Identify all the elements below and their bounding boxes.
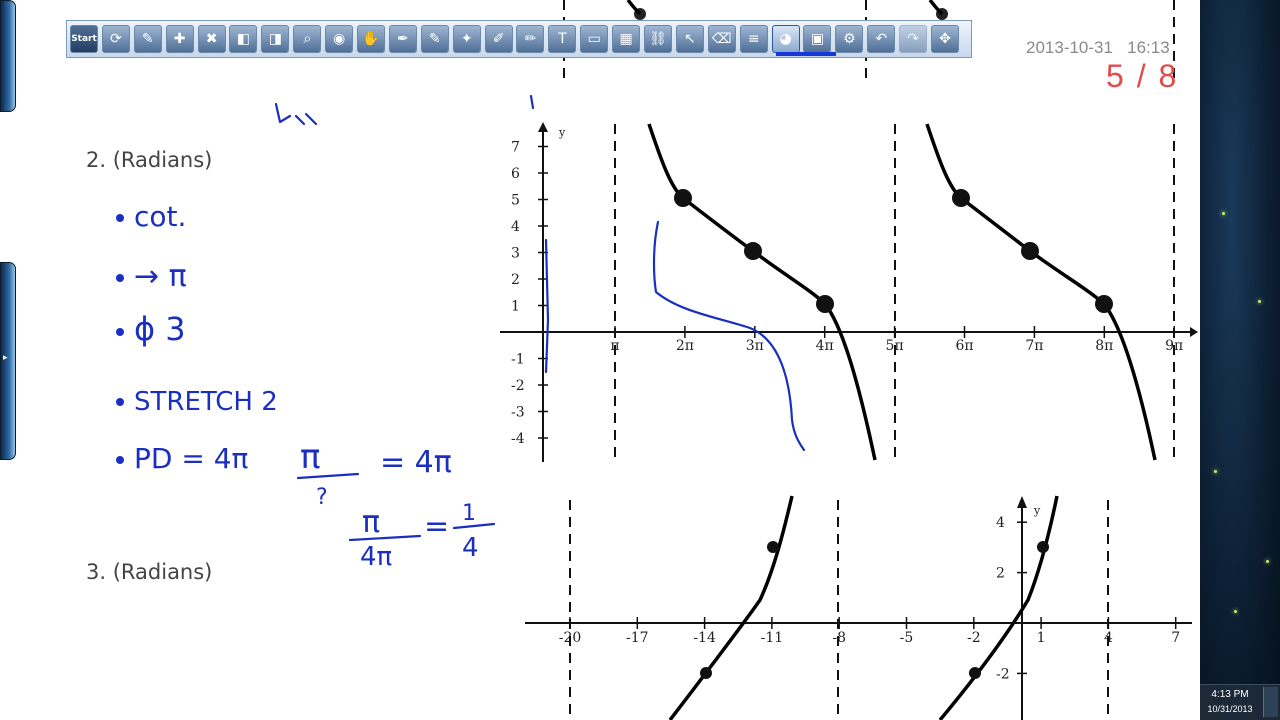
line-width-icon[interactable]: ≡	[739, 25, 768, 53]
active-pen-indicator	[776, 52, 836, 56]
fraction-numerator: π	[300, 437, 320, 477]
handwritten-note: STRETCH 2	[134, 387, 278, 417]
new-page-icon[interactable]: ✎	[133, 25, 162, 53]
fraction-3-numerator: 1	[462, 501, 476, 526]
ruler-icon[interactable]: ▭	[580, 25, 609, 53]
clock-date[interactable]: 10/31/2013	[1200, 704, 1260, 714]
color-palette-icon[interactable]: ◕	[771, 25, 800, 53]
brush-icon[interactable]: ✎	[420, 25, 449, 53]
handwritten-note: cot.	[134, 200, 186, 233]
date-time-stamp: 2013-10-31 16:13	[1026, 38, 1170, 58]
current-page: 5	[1106, 58, 1126, 94]
floating-toolbar: Start ⟳ ✎ ✚ ✖ ◧ ◨ ⌕ ◉ ✋ ✒ ✎ ✦ ✐ ✏ T ▭ ▦ ⛓ ↖ ⌫ ≡ ◕ ▣ ⚙ ↶ ↷ ✥	[66, 20, 972, 58]
clock-time[interactable]: 4:13 PM	[1200, 689, 1260, 700]
highlighter-icon[interactable]: ✐	[484, 25, 513, 53]
add-page-icon[interactable]: ✚	[165, 25, 194, 53]
bullet-dot	[116, 456, 124, 464]
show-desktop-button[interactable]	[1263, 687, 1278, 717]
handwritten-note: → π	[134, 259, 187, 294]
eraser-icon[interactable]: ⌫	[707, 25, 736, 53]
bullet-dot	[116, 214, 124, 222]
start-button[interactable]: Start	[70, 25, 98, 53]
bullet-dot	[116, 274, 124, 282]
screen-capture-icon[interactable]: ▣	[803, 25, 832, 53]
cursor-icon[interactable]: ↖	[675, 25, 704, 53]
equation-part: = 4π	[380, 445, 452, 480]
fraction-denominator: ?	[316, 485, 328, 510]
notes-list: cot. → π ϕ 3 STRETCH 2 PD = 4π	[116, 200, 278, 475]
move-toolbar-icon[interactable]: ✥	[931, 25, 960, 53]
handwritten-note: ϕ 3	[134, 310, 186, 348]
stamp-time: 16:13	[1127, 38, 1170, 57]
undo-icon[interactable]: ↶	[867, 25, 896, 53]
windows-taskbar: 4:13 PM 10/31/2013	[1200, 684, 1280, 720]
text-icon[interactable]: T	[548, 25, 577, 53]
stamp-date: 2013-10-31	[1026, 38, 1113, 57]
shapes-icon[interactable]: ▦	[612, 25, 641, 53]
previous-page-icon[interactable]: ◧	[229, 25, 258, 53]
magic-pen-icon[interactable]: ✦	[452, 25, 481, 53]
smart-board-screen: ▸ 2. (Radians) 3. (Radians) y 7 6 5 4 3 2 1 -1-…	[0, 0, 1280, 720]
next-page-icon[interactable]: ◨	[261, 25, 290, 53]
fraction-3-denominator: 4	[462, 533, 479, 563]
equation-eq: =	[424, 509, 449, 544]
pencil-icon[interactable]: ✏	[516, 25, 545, 53]
settings-icon[interactable]: ⚙	[835, 25, 864, 53]
fraction-2-denominator: 4π	[360, 542, 392, 572]
delete-page-icon[interactable]: ✖	[197, 25, 226, 53]
bullet-dot	[116, 398, 124, 406]
spotlight-icon[interactable]: ◉	[325, 25, 354, 53]
bullet-dot	[116, 328, 124, 336]
handwritten-annotations: cot. → π ϕ 3 STRETCH 2 PD = 4π π ? = 4π π 4π…	[116, 94, 806, 572]
fraction-2-numerator: π	[362, 505, 380, 540]
total-pages: 8	[1158, 58, 1179, 94]
refresh-icon[interactable]: ⟳	[101, 25, 130, 53]
zoom-icon[interactable]: ⌕	[293, 25, 322, 53]
pen-icon[interactable]: ✒	[388, 25, 417, 53]
hand-icon[interactable]: ✋	[357, 25, 386, 53]
redo-icon[interactable]: ↷	[899, 25, 928, 53]
page-separator: /	[1136, 58, 1148, 94]
handwritten-note: PD = 4π	[134, 442, 249, 475]
link-icon[interactable]: ⛓	[644, 25, 673, 53]
page-indicator: 5 / 8	[1106, 58, 1178, 95]
desktop-wallpaper	[1200, 0, 1280, 720]
